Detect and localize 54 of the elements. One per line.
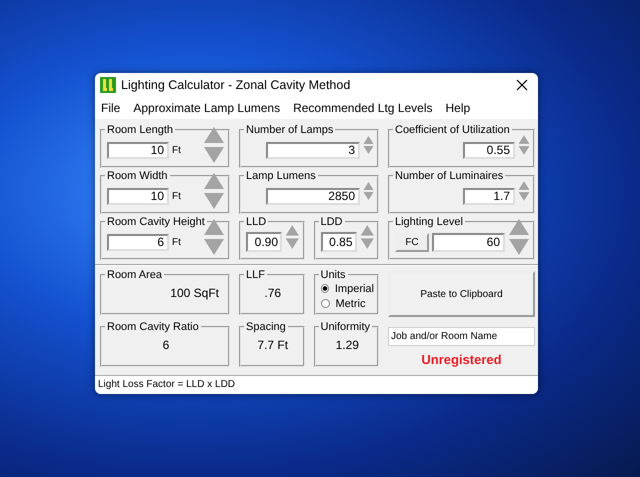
result-label: Room Cavity Ratio — [106, 321, 200, 333]
units-button[interactable]: FC — [395, 232, 429, 252]
number-field[interactable]: 0.90 — [246, 232, 282, 252]
number-field[interactable]: 6 — [107, 234, 169, 250]
menu-item[interactable]: Help — [446, 101, 470, 115]
unit-label: Ft — [172, 144, 182, 156]
result-label: LLF — [245, 269, 266, 281]
field-label: LLD — [245, 216, 268, 228]
result-value: 6 — [162, 338, 170, 352]
field-label: Room Cavity Height — [106, 216, 206, 228]
menu-item[interactable]: File — [101, 101, 120, 115]
paste-button[interactable]: Paste to Clipboard — [388, 271, 535, 317]
field-label: Coefficient of Utilization — [394, 124, 511, 136]
spinner-arrows-icon[interactable] — [203, 126, 225, 164]
menu-item[interactable]: Approximate Lamp Lumens — [133, 101, 280, 115]
field-label: Lighting Level — [394, 216, 464, 228]
unit-label: Ft — [172, 190, 182, 202]
radio-option[interactable]: Metric — [320, 296, 374, 311]
number-field[interactable]: 60 — [432, 232, 505, 252]
number-field[interactable]: 10 — [107, 188, 169, 204]
menu-item[interactable]: Recommended Ltg Levels — [293, 101, 433, 115]
close-icon[interactable] — [516, 79, 528, 91]
field-label: LDD — [320, 216, 344, 228]
spinner-arrows-icon[interactable] — [508, 218, 530, 256]
number-field[interactable]: 0.85 — [320, 232, 356, 252]
result-label: Room Area — [106, 269, 164, 281]
number-field[interactable]: 1.7 — [463, 188, 515, 204]
field-label: Room Width — [106, 170, 169, 182]
number-field[interactable]: 3 — [266, 142, 360, 158]
result-label: Uniformity — [320, 321, 372, 333]
field-label: Lamp Lumens — [245, 170, 317, 182]
spinner-arrows-icon[interactable] — [203, 172, 225, 210]
radio-icon[interactable] — [320, 284, 329, 293]
spinner-arrows-icon[interactable] — [203, 218, 225, 256]
result-value: 100 SqFt — [169, 286, 220, 300]
job-name-field[interactable]: Job and/or Room Name — [388, 327, 535, 346]
window-title: Lighting Calculator - Zonal Cavity Method — [121, 78, 352, 92]
result-value: .76 — [263, 286, 282, 300]
field-label: Number of Luminaires — [394, 170, 504, 182]
registration-status: Unregistered — [420, 352, 503, 367]
result-value: 1.29 — [334, 338, 360, 352]
radio-option[interactable]: Imperial — [320, 281, 374, 296]
number-field[interactable]: 10 — [107, 142, 169, 158]
number-field[interactable]: 0.55 — [463, 142, 515, 158]
result-value: 7.7 Ft — [256, 338, 290, 352]
field-label: Room Length — [106, 124, 174, 136]
result-label: Units — [320, 269, 347, 281]
status-bar: Light Loss Factor = LLD x LDD — [95, 375, 538, 394]
field-label: Number of Lamps — [245, 124, 334, 136]
number-field[interactable]: 2850 — [266, 188, 360, 204]
unit-label: Ft — [172, 236, 182, 248]
app-icon — [100, 77, 116, 93]
radio-icon[interactable] — [320, 299, 330, 308]
result-label: Spacing — [245, 321, 287, 333]
